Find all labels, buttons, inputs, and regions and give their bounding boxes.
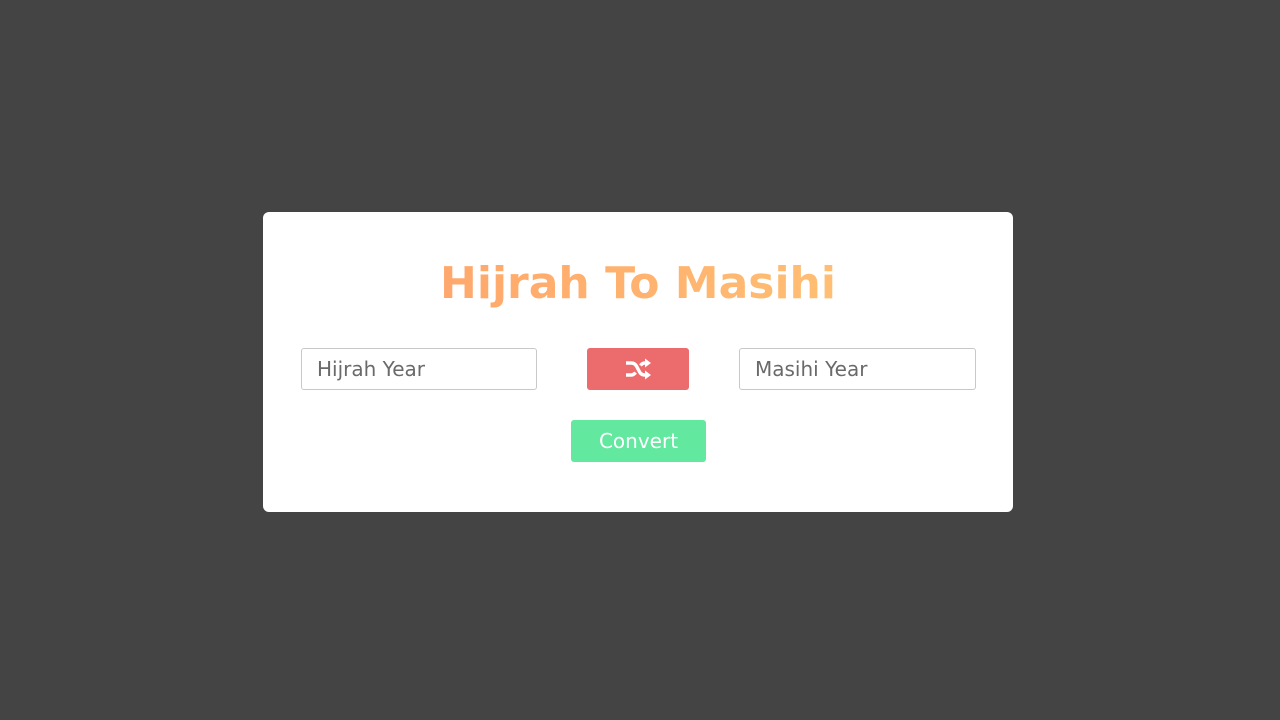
converter-card: Hijrah To Masihi Convert: [263, 212, 1013, 512]
swap-button[interactable]: [587, 348, 689, 390]
convert-button[interactable]: Convert: [571, 420, 706, 462]
hijrah-year-input[interactable]: [301, 348, 537, 390]
page-title: Hijrah To Masihi: [263, 256, 1013, 312]
shuffle-icon: [624, 357, 652, 381]
masihi-year-input[interactable]: [739, 348, 976, 390]
